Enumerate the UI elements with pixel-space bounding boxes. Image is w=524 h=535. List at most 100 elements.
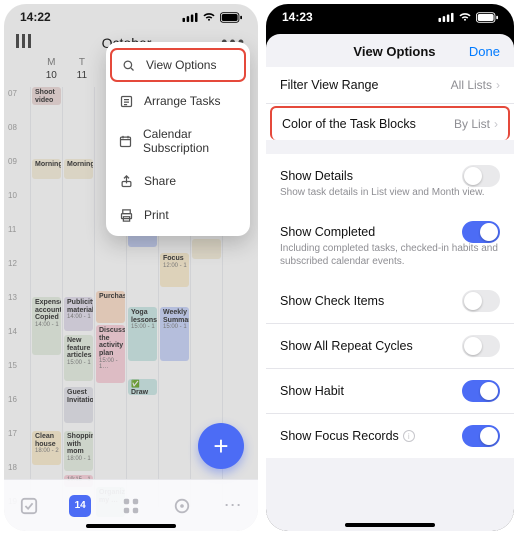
event-title: Shoot video [35,89,59,104]
home-indicator [345,523,435,527]
row-subtitle: Show task details in List view and Month… [266,186,514,210]
event-time: 15:00 - 1 [67,360,91,367]
hour-label: 15 [4,361,28,395]
toggle-switch[interactable] [462,425,500,447]
toggle-switch[interactable] [462,380,500,402]
menu-item-arrange-tasks[interactable]: Arrange Tasks [106,84,250,118]
calendar-event[interactable]: Shoot video [32,87,61,105]
toggle-switch[interactable] [462,335,500,357]
nav-more-icon[interactable]: ⋯ [221,494,245,518]
row-subtitle: Including completed tasks, checked-in ha… [266,242,514,279]
toggle-row-show-habit[interactable]: Show Habit [266,369,514,414]
event-time: 15:00 - 1 [131,324,155,331]
nav-calendar-icon[interactable]: 14 [68,494,92,518]
chevron-right-icon: › [496,78,500,92]
menu-item-label: Calendar Subscription [143,127,238,155]
event-title: Purchasing [99,293,123,301]
row-value: All Lists › [451,78,500,92]
row-label: Show Focus Recordsi [280,429,415,443]
hour-column: 07080910111213141516171819 [4,87,28,507]
menu-item-view-options[interactable]: View Options [110,48,246,82]
calendar-event[interactable]: ✅ Draw [128,379,157,395]
menu-item-calendar-subscription[interactable]: Calendar Subscription [106,118,250,164]
hour-label: 14 [4,327,28,361]
filter-group: Filter View Range All Lists › Color of t… [266,67,514,140]
toggle-switch[interactable] [462,290,500,312]
filter-view-range-row[interactable]: Filter View Range All Lists › [266,67,514,104]
share-icon [118,173,134,189]
hour-label: 13 [4,293,28,327]
calendar-event[interactable]: Guest Invitation [64,387,93,423]
status-icons [182,12,242,23]
event-title: Yoga lessons [131,309,155,324]
status-time: 14:23 [282,10,313,24]
event-time: 14:00 - 1 [67,314,91,321]
event-time: 15:00 - 1… [99,358,123,371]
add-button[interactable]: + [198,423,244,469]
cellular-icon [438,12,454,22]
event-time: 18:00 - 1 [67,456,91,463]
event-title: Weekly Summary [163,309,187,324]
calendar-event[interactable]: Purchasing [96,291,125,323]
home-indicator [86,524,176,528]
calendar-event[interactable]: Clean house18:00 - 2 [32,431,61,465]
event-title: Morning [67,161,91,169]
toggle-row-show-focus-records[interactable]: Show Focus Recordsi [266,414,514,458]
event-title: ✅ Draw [131,381,155,395]
row-label: Filter View Range [280,78,378,92]
print-icon [118,207,134,223]
row-label: Show Check Items [280,294,384,308]
status-icons [438,12,498,23]
battery-icon [220,12,242,23]
date-cell[interactable]: 10 [36,70,67,81]
calendar-event[interactable]: Publicity materials14:00 - 1 [64,297,93,331]
calendar-event[interactable] [192,239,221,259]
calendar-event[interactable]: Morning [32,159,61,179]
toggle-switch[interactable] [462,165,500,187]
row-label: Show Completed [280,225,375,239]
sheet-title: View Options [320,44,469,59]
calendar-screen: 14:22 October ••• MTWTFSS 10111213141516… [4,4,258,531]
event-time: 12:00 - 1 [163,263,187,270]
calendar-event[interactable]: Shopping with mom18:00 - 1 [64,431,93,471]
date-cell[interactable]: 11 [67,70,98,81]
hour-label: 09 [4,157,28,191]
event-title: Shopping with mom [67,433,91,456]
calendar-event[interactable]: Morning [64,159,93,179]
menu-item-label: View Options [146,58,216,72]
nav-matrix-icon[interactable] [119,494,143,518]
calendar-event[interactable]: Expense accounting Copied14:00 - 1 [32,297,61,355]
nav-tasks-icon[interactable] [17,494,41,518]
calendar-event[interactable]: New feature articles15:00 - 1 [64,335,93,381]
list-icon [118,93,134,109]
calendar-event[interactable]: Weekly Summary15:00 - 1 [160,307,189,361]
menu-item-share[interactable]: Share [106,164,250,198]
grid-toggle-icon[interactable] [16,34,32,51]
calendar-sub-icon [118,133,133,149]
wifi-icon [458,12,472,22]
calendar-event[interactable]: Yoga lessons15:00 - 1 [128,307,157,361]
event-title: Publicity materials [67,299,91,314]
hour-label: 16 [4,395,28,429]
nav-calendar-date: 14 [69,495,91,517]
calendar-event[interactable]: Focus12:00 - 1 [160,253,189,287]
calendar-event[interactable]: Discuss the activity plan15:00 - 1… [96,325,125,383]
toggle-switch[interactable] [462,221,500,243]
event-title: Morning [35,161,59,169]
search-icon [120,57,136,73]
chevron-right-icon: › [494,117,498,131]
row-label: Show All Repeat Cycles [280,339,413,353]
color-task-blocks-row[interactable]: Color of the Task Blocks By List › [270,106,510,140]
hour-label: 12 [4,259,28,293]
info-icon[interactable]: i [403,430,415,442]
menu-item-print[interactable]: Print [106,198,250,232]
nav-focus-icon[interactable] [170,494,194,518]
toggle-row-show-check-items[interactable]: Show Check Items [266,279,514,324]
done-button[interactable]: Done [469,44,500,59]
toggle-row-show-all-repeat-cycles[interactable]: Show All Repeat Cycles [266,324,514,369]
event-time: 15:00 - 1 [163,324,187,331]
view-options-sheet: View Options Done Filter View Range All … [266,34,514,531]
plus-icon: + [213,431,228,462]
weekday-cell: M [36,57,67,68]
event-title: New feature articles [67,337,91,360]
